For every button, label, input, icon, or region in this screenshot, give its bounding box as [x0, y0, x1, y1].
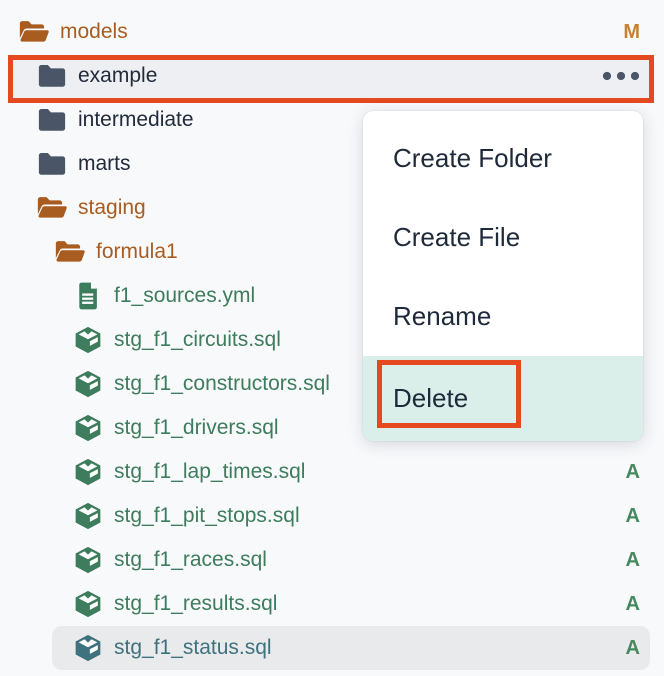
- menu-item-delete[interactable]: Delete: [363, 356, 643, 441]
- tree-item-label: staging: [78, 196, 146, 220]
- file-lines-icon: [72, 282, 104, 310]
- cube-icon: [72, 370, 104, 398]
- folder-icon: [36, 151, 68, 177]
- tree-item-label: stg_f1_constructors.sql: [114, 372, 330, 396]
- tree-item-label: formula1: [96, 240, 178, 264]
- tree-item-label: stg_f1_circuits.sql: [114, 328, 281, 352]
- tree-item-stg-f1-races-sql[interactable]: stg_f1_races.sql A: [0, 538, 664, 582]
- folder-open-icon: [18, 19, 50, 45]
- tree-item-label: stg_f1_drivers.sql: [114, 416, 279, 440]
- tree-item-models[interactable]: models M: [0, 10, 664, 54]
- menu-item-create-file[interactable]: Create File: [363, 198, 643, 277]
- git-status-badge: A: [626, 637, 640, 660]
- tree-item-label: stg_f1_status.sql: [114, 636, 272, 660]
- cube-icon: [72, 590, 104, 618]
- cube-icon: [72, 326, 104, 354]
- cube-icon: [72, 458, 104, 486]
- tree-item-stg-f1-status-sql[interactable]: stg_f1_status.sql A: [52, 626, 650, 670]
- cube-icon: [72, 414, 104, 442]
- folder-icon: [36, 63, 68, 89]
- git-status-badge: A: [626, 505, 640, 528]
- tree-item-stg-f1-lap-times-sql[interactable]: stg_f1_lap_times.sql A: [0, 450, 664, 494]
- folder-icon: [36, 107, 68, 133]
- context-menu: Create FolderCreate FileRenameDelete: [363, 111, 643, 441]
- git-status-badge: M: [623, 21, 640, 44]
- folder-open-icon: [54, 239, 86, 265]
- tree-item-label: stg_f1_lap_times.sql: [114, 460, 305, 484]
- folder-open-icon: [36, 195, 68, 221]
- tree-item-example[interactable]: example: [0, 54, 664, 98]
- tree-item-stg-f1-pit-stops-sql[interactable]: stg_f1_pit_stops.sql A: [0, 494, 664, 538]
- ellipsis-icon[interactable]: [602, 71, 640, 81]
- tree-item-stg-f1-results-sql[interactable]: stg_f1_results.sql A: [0, 582, 664, 626]
- tree-item-label: models: [60, 20, 128, 44]
- tree-item-label: marts: [78, 152, 131, 176]
- git-status-badge: A: [626, 461, 640, 484]
- cube-icon: [72, 502, 104, 530]
- cube-icon: [72, 634, 104, 662]
- tree-item-label: f1_sources.yml: [114, 284, 255, 308]
- tree-item-label: intermediate: [78, 108, 194, 132]
- tree-item-label: stg_f1_pit_stops.sql: [114, 504, 300, 528]
- cube-icon: [72, 546, 104, 574]
- menu-item-create-folder[interactable]: Create Folder: [363, 119, 643, 198]
- git-status-badge: A: [626, 593, 640, 616]
- tree-item-label: example: [78, 64, 157, 88]
- git-status-badge: A: [626, 549, 640, 572]
- tree-item-label: stg_f1_results.sql: [114, 592, 277, 616]
- menu-item-rename[interactable]: Rename: [363, 277, 643, 356]
- tree-item-label: stg_f1_races.sql: [114, 548, 267, 572]
